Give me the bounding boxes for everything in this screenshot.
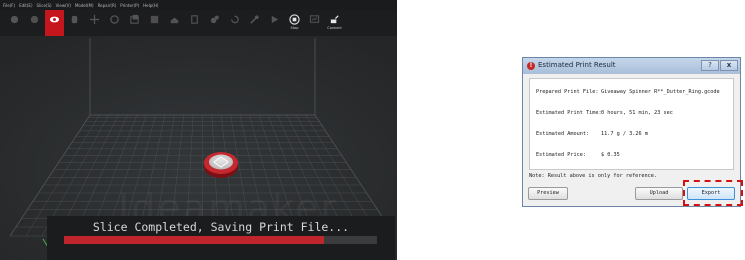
progress-bar	[64, 236, 377, 244]
info-label: Estimated Print Time:	[536, 110, 602, 116]
info-row-file: Prepared Print File: Giveaway Spinner R**…	[536, 89, 720, 95]
close-button[interactable]: x	[720, 60, 738, 71]
info-row-amount: Estimated Amount: 11.7 g / 3.26 m	[536, 131, 648, 137]
info-value: 0 hours, 51 min, 23 sec	[601, 110, 673, 116]
dialog-title: Estimated Print Result	[538, 61, 616, 69]
undo-icon	[231, 15, 239, 24]
toolbar-button-undo[interactable]	[225, 10, 244, 36]
progress-panel: Slice Completed, Saving Print File...	[47, 216, 395, 260]
toolbar-label: Stop	[290, 26, 299, 30]
stop-icon	[289, 14, 300, 25]
hand-icon	[71, 15, 78, 24]
toolbar-button-eye[interactable]	[45, 10, 64, 36]
scale-icon	[130, 14, 139, 24]
toolbar-button-move[interactable]	[85, 10, 104, 36]
info-row-time: Estimated Print Time:0 hours, 51 min, 23…	[536, 110, 673, 116]
help-button[interactable]: ?	[701, 60, 719, 71]
info-label: Estimated Amount:	[536, 131, 590, 137]
paint-icon	[210, 15, 219, 24]
move-icon	[89, 14, 100, 25]
progress-bar-fill	[64, 236, 324, 244]
menu-item[interactable]: Model(M)	[75, 3, 94, 8]
layer-icon	[169, 17, 180, 24]
toolbar-button-open[interactable]	[5, 10, 24, 36]
toolbar-button-cloud[interactable]	[25, 10, 44, 36]
info-row-price: Estimated Price: $ 0.35	[536, 152, 620, 158]
toolbar-button-wrench[interactable]	[245, 10, 264, 36]
toolbar-button-play[interactable]	[265, 10, 284, 36]
menu-item[interactable]: Repair(R)	[98, 3, 117, 8]
export-highlight-box	[683, 180, 743, 206]
menu-item[interactable]: Slice(S)	[37, 3, 52, 8]
menu-item[interactable]: Printer(P)	[120, 3, 139, 8]
info-value: Giveaway Spinner R**_Dutter_Ring.gcode	[601, 89, 720, 95]
reference-note: Note: Result above is only for reference…	[529, 173, 658, 179]
preview-button[interactable]: Preview	[528, 187, 568, 200]
open-icon	[10, 15, 19, 24]
menu-item[interactable]: Help(H)	[143, 3, 158, 8]
toolbar-button-connect[interactable]: Connect	[325, 10, 344, 36]
info-label: Prepared Print File:	[536, 89, 599, 95]
connect-icon	[330, 15, 339, 24]
wrench-icon	[250, 15, 259, 24]
info-label: Estimated Price:	[536, 152, 586, 158]
toolbar-button-cut[interactable]	[185, 10, 204, 36]
eye-icon	[49, 16, 60, 23]
info-value: $ 0.35	[601, 152, 620, 158]
toolbar-button-layer[interactable]	[165, 10, 184, 36]
toolbar-button-rotate[interactable]	[105, 10, 124, 36]
toolbar-button-scale[interactable]	[125, 10, 144, 36]
info-value: 11.7 g / 3.26 m	[601, 131, 648, 137]
menu-item[interactable]: File(F)	[3, 3, 15, 8]
toolbar-button-monitor[interactable]	[305, 10, 324, 36]
support-icon	[150, 15, 159, 24]
cloud-icon	[30, 15, 39, 24]
toolbar-button-stop[interactable]: Stop	[285, 10, 304, 36]
model-ring[interactable]	[204, 152, 238, 178]
dialog-titlebar[interactable]: ! Estimated Print Result ? x	[523, 58, 740, 74]
monitor-icon	[309, 15, 320, 23]
slicer-window: File(F) Edit(E) Slice(S) View(V) Model(M) Rep…	[0, 0, 397, 260]
rotate-icon	[110, 15, 119, 24]
toolbar-button-hand[interactable]	[65, 10, 84, 36]
toolbar-button-support[interactable]	[145, 10, 164, 36]
play-icon	[271, 15, 279, 24]
cut-icon	[191, 15, 198, 24]
progress-status-text: Slice Completed, Saving Print File...	[92, 220, 350, 234]
menu-item[interactable]: View(V)	[56, 3, 71, 8]
toolbar-label: Connect	[327, 26, 342, 30]
toolbar: Stop Connect	[0, 10, 397, 36]
result-info-box: Prepared Print File: Giveaway Spinner R**…	[529, 78, 734, 170]
menu-bar: File(F) Edit(E) Slice(S) View(V) Model(M) Rep…	[0, 0, 397, 10]
upload-button[interactable]: Upload	[635, 187, 683, 200]
app-icon: !	[527, 62, 535, 70]
menu-item[interactable]: Edit(E)	[19, 3, 32, 8]
toolbar-button-paint[interactable]	[205, 10, 224, 36]
